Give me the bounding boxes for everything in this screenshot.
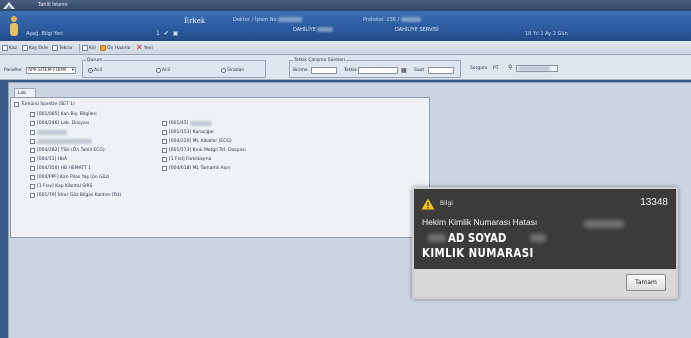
error-notification: Bilgi 13348 Hekim Kimlik Numarası Hatası…	[412, 187, 678, 299]
notification-message: Hekim Kimlik Numarası Hatası	[422, 217, 538, 227]
search-label: Sorgula	[470, 66, 488, 71]
calendar-icon[interactable]: ▦	[401, 67, 407, 74]
time-input[interactable]	[428, 67, 454, 74]
panel-label: Paneller	[4, 68, 23, 73]
save-button[interactable]: Kili	[82, 44, 96, 52]
ok-button[interactable]: Tamam	[626, 274, 666, 291]
list-item[interactable]: [004/350] HB HEMATT 1	[30, 164, 121, 173]
radio-routine[interactable]: Sıradan	[221, 68, 244, 73]
checkbox[interactable]	[30, 121, 35, 126]
checkbox[interactable]	[162, 166, 167, 171]
back-icon	[2, 45, 8, 51]
list-item[interactable]: [001/173] Kırık Metgil Tst. Dosyası	[162, 146, 246, 155]
filter-bar: Paneller APP SİTEM FORM ▾ Durum Acil Acil…	[0, 55, 691, 80]
patient-person-icon	[10, 16, 18, 36]
list-item[interactable]: [001/153] Karaciğer	[162, 128, 246, 137]
list-item[interactable]: [004/618] ML Tamamlı Aşırı	[162, 164, 246, 173]
checkbox[interactable]	[30, 139, 35, 144]
checkbox[interactable]	[30, 148, 35, 153]
window-title: Tahlil İstemi	[38, 2, 68, 8]
toolbar-separator	[79, 44, 80, 52]
checkbox[interactable]	[30, 175, 35, 180]
list-item[interactable]: [004/220] ML Alkaller (ECG)	[162, 137, 246, 146]
radio-icon	[221, 68, 226, 73]
date-to-input[interactable]	[358, 67, 398, 74]
date-from-input[interactable]	[311, 67, 337, 74]
search-value: PT	[493, 66, 499, 71]
checkbox[interactable]	[162, 148, 167, 153]
radio-icon	[156, 68, 161, 73]
list-item[interactable]: [001/45]	[162, 119, 246, 128]
list-item[interactable]: [004/11] HbA	[30, 155, 121, 164]
prepare-icon	[100, 45, 106, 51]
patient-gender: Erkek	[184, 17, 206, 25]
status-group-label: Durum	[86, 58, 104, 63]
repeat-icon	[52, 45, 58, 51]
back-button[interactable]: Kaz	[2, 44, 17, 52]
add-test-button[interactable]: Kaş Ekle	[22, 44, 48, 52]
list-item[interactable]: [1 Fsd] Farklılaşma	[162, 155, 246, 164]
list-item[interactable]: [004/246] Lab. Dosyası	[30, 119, 121, 128]
date-from-label: Birime	[293, 68, 308, 73]
redacted-value	[584, 220, 624, 228]
doctor-field: Doktor / İşlem No DAHİLİYE	[233, 17, 334, 33]
select-all-checkbox[interactable]	[14, 102, 19, 107]
list-item[interactable]	[30, 128, 121, 137]
title-bar: Tahlil İstemi	[0, 0, 691, 11]
patient-name: Aşağ. Bilgi Yeri	[26, 31, 63, 37]
radio-icon	[88, 68, 93, 73]
patient-age: 18 Yıl 1 Ay 2 Gün	[525, 31, 568, 37]
checkbox[interactable]	[30, 184, 35, 189]
test-list-right: [001/45] [001/153] Karaciğer [004/220] M…	[162, 119, 246, 173]
select-all-row[interactable]: Tümünü İşaretle (SET 1)	[14, 102, 75, 107]
doctor-id: KIMLIK NUMARASI	[422, 246, 534, 260]
checkbox[interactable]	[30, 193, 35, 198]
notification-code: 13348	[640, 197, 668, 208]
list-item[interactable]	[30, 137, 121, 146]
panel-select[interactable]: APP SİTEM FORM ▾	[26, 67, 76, 74]
checkbox[interactable]	[162, 157, 167, 162]
list-item[interactable]: [004/PPF] Kan Pilas Yaş (ön Göz)	[30, 173, 121, 182]
notification-title: Bilgi	[440, 200, 453, 207]
warning-icon	[421, 198, 435, 210]
test-list-left: [001/085] Kan Biy. Bilgileri [004/246] L…	[30, 110, 121, 200]
app-logo-icon	[3, 2, 15, 9]
redacted-value	[530, 234, 546, 242]
checkbox[interactable]	[30, 130, 35, 135]
date-group-label: Tetkik Çalışma Süreleri	[293, 58, 347, 63]
add-icon	[22, 45, 28, 51]
notification-footer: Tamam	[414, 269, 676, 297]
time-label: Saat	[414, 68, 425, 73]
close-icon: ✕	[136, 43, 143, 52]
list-item[interactable]: [1 Fsıv] Kap Kibrıtal SIRS	[30, 182, 121, 191]
search-input[interactable]	[516, 65, 558, 72]
doctor-name: AD SOYAD	[448, 231, 507, 245]
redacted-value	[428, 234, 446, 242]
protocol-field: Protokol: 236 / DAHİLİYE SERVİSİ	[363, 17, 439, 33]
repeat-button[interactable]: Tekrar	[52, 44, 73, 52]
checkbox[interactable]	[162, 121, 167, 126]
patient-status-icons[interactable]: 1 ✔ ▣	[156, 30, 179, 37]
prepare-button[interactable]: Ön Hazırla	[100, 44, 130, 52]
checkbox[interactable]	[30, 157, 35, 162]
radio-urgent-2[interactable]: Acil	[156, 68, 170, 73]
chevron-down-icon: ▾	[71, 68, 74, 73]
checkbox[interactable]	[162, 139, 167, 144]
checkbox[interactable]	[30, 166, 35, 171]
list-item[interactable]: [004/282] TSH (Ön Tahlil ECG)	[30, 146, 121, 155]
checkbox[interactable]	[162, 130, 167, 135]
radio-urgent[interactable]: Acil	[88, 68, 102, 73]
tab-lab[interactable]: Lab	[14, 88, 36, 97]
checkbox[interactable]	[30, 112, 35, 117]
list-item[interactable]: [001/79] İdrar Göz Bilgisi Kalıtım (Tst)	[30, 191, 121, 200]
toolbar: Kaz Kaş Ekle Tekrar Kili Ön Hazırla ✕ Yen…	[0, 41, 691, 55]
save-icon	[82, 45, 88, 51]
patient-info-bar: Aşağ. Bilgi Yeri 1 ✔ ▣ Erkek Doktor / İş…	[0, 11, 691, 41]
search-icon[interactable]: ⚲	[508, 64, 512, 71]
list-item[interactable]: [001/085] Kan Biy. Bilgileri	[30, 110, 121, 119]
date-to-label: Tetkik	[344, 68, 357, 73]
new-button[interactable]: ✕ Yeni	[136, 44, 153, 52]
